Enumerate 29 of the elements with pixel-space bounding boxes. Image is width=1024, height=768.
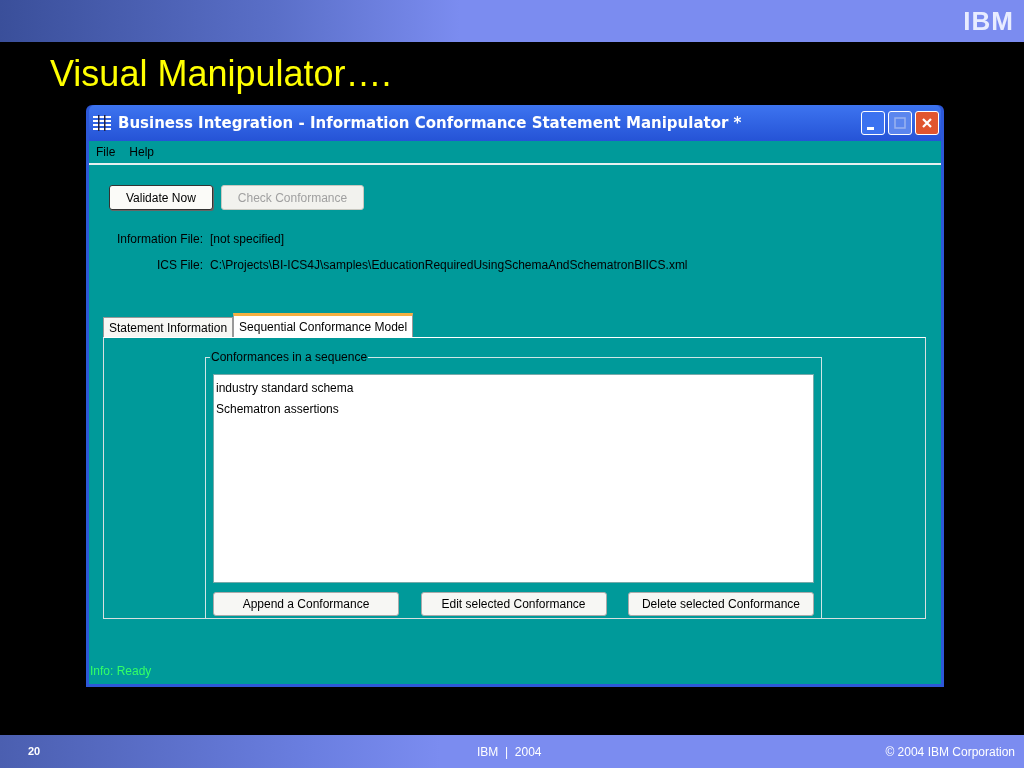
list-item[interactable]: Schematron assertions	[216, 399, 811, 420]
close-icon	[921, 117, 933, 129]
list-item[interactable]: industry standard schema	[216, 378, 811, 399]
field-value: C:\Projects\BI-ICS4J\samples\EducationRequiredUsingSchemaAndSchematronBIICS.xml	[210, 258, 689, 272]
field-label: Information File:	[115, 232, 203, 246]
page-number: 20	[28, 745, 41, 757]
action-button[interactable]: Delete selected Conformance	[628, 592, 814, 616]
minimize-button[interactable]	[861, 111, 885, 135]
logo: IBM	[963, 5, 1014, 37]
slide-title: Visual Manipulator….	[50, 53, 392, 94]
tab[interactable]: Sequential Conformance Model	[233, 313, 414, 337]
minimize-icon	[867, 126, 874, 130]
toolbar-button[interactable]: Validate Now	[109, 185, 213, 210]
menu-item[interactable]: Help	[129, 145, 155, 159]
field-label: ICS File:	[156, 258, 203, 272]
field-value: [not specified]	[210, 232, 286, 246]
app-icon	[92, 115, 112, 131]
maximize-button[interactable]	[888, 111, 912, 135]
group-title: Conformances in a sequence	[210, 350, 369, 364]
window-title: Business Integration - Information Conformance Statement Manipulator *	[118, 114, 743, 132]
copyright-text: © 2004 IBM Corporation	[885, 744, 1015, 759]
action-button[interactable]: Edit selected Conformance	[420, 592, 607, 616]
close-button[interactable]	[915, 111, 939, 135]
footer-text: IBM | 2004	[477, 744, 542, 759]
tab[interactable]: Statement Information	[103, 317, 234, 337]
menu-item[interactable]: File	[96, 145, 116, 159]
status-text: Info: Ready	[89, 664, 153, 680]
action-button[interactable]: Append a Conformance	[213, 592, 399, 616]
maximize-icon	[894, 117, 906, 129]
